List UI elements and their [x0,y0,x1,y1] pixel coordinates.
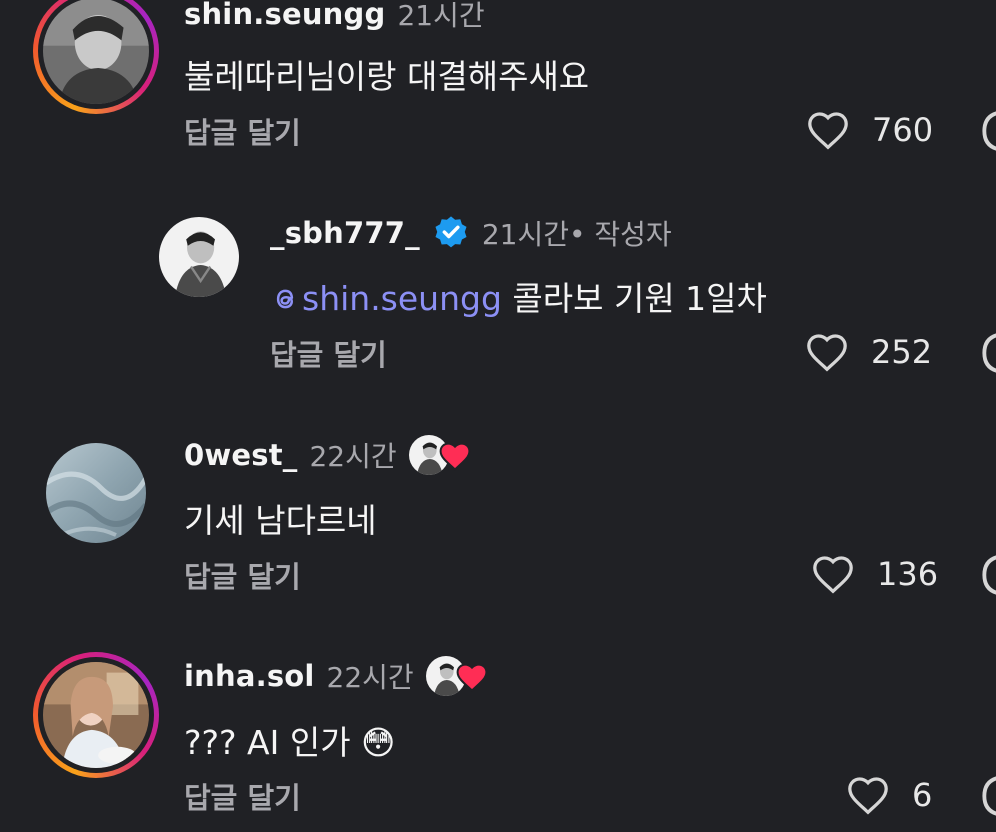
like-area: 6 [846,775,932,815]
author-liked-badge [425,656,488,696]
avatar[interactable] [33,652,159,778]
username[interactable]: shin.seungg [184,0,385,31]
red-heart-icon [456,663,488,692]
more-icon[interactable] [972,552,996,598]
comment-text: ??? AI 인가 😳 [184,723,396,762]
comment-text: shin.seungg 콜라보 기원 1일차 [270,272,767,320]
heart-outline-icon[interactable] [806,110,850,150]
username[interactable]: 0west_ [184,438,297,472]
timestamp: 21시간 [397,0,485,32]
username[interactable]: _sbh777_ [270,216,420,250]
red-heart-icon [439,442,471,471]
comment-header: shin.seungg 21시간 [184,0,485,34]
heart-outline-icon[interactable] [846,775,890,815]
like-area: 136 [811,554,938,594]
avatar-image [43,662,149,768]
like-count: 760 [872,111,934,149]
like-count: 252 [871,333,933,371]
like-area: 252 [805,332,932,372]
reply-button[interactable]: 답글 달기 [184,775,301,817]
threads-icon [276,289,294,309]
author-liked-badge [408,435,471,475]
reply-button[interactable]: 답글 달기 [184,110,301,152]
more-icon[interactable] [972,773,996,819]
comment-header: inha.sol 22시간 [184,656,488,696]
like-count: 136 [877,555,939,593]
reply-button[interactable]: 답글 달기 [184,554,301,596]
avatar[interactable] [159,217,239,297]
avatar-image [46,443,146,543]
more-icon[interactable] [972,330,996,376]
avatar[interactable] [46,443,146,543]
comment-text: 기세 남다르네 [184,501,377,540]
mention-username: shin.seungg [302,279,502,318]
comment-text: 불레따리님이랑 대결해주새요 [184,57,590,96]
reply-body: 콜라보 기원 1일차 [501,279,767,318]
verified-badge-icon [435,216,467,248]
username[interactable]: inha.sol [184,659,315,693]
heart-outline-icon[interactable] [805,332,849,372]
comment-header: 0west_ 22시간 [184,435,471,475]
comments-list: shin.seungg 21시간 불레따리님이랑 대결해주새요 답글 달기 76… [0,0,996,832]
comment-header: _sbh777_ 21시간 • 작성자 [270,213,672,253]
avatar-image [159,217,239,297]
like-count: 6 [912,776,933,814]
author-tag: • 작성자 [568,218,672,251]
timestamp: 22시간 [309,440,397,473]
timestamp: 21시간 [481,218,569,251]
more-icon[interactable] [972,108,996,154]
like-area: 760 [806,110,933,150]
avatar[interactable] [33,0,159,114]
mention-link[interactable]: shin.seungg [270,279,502,318]
heart-outline-icon[interactable] [811,554,855,594]
avatar-image [43,0,149,104]
timestamp: 22시간 [326,661,414,694]
reply-button[interactable]: 답글 달기 [270,332,387,374]
